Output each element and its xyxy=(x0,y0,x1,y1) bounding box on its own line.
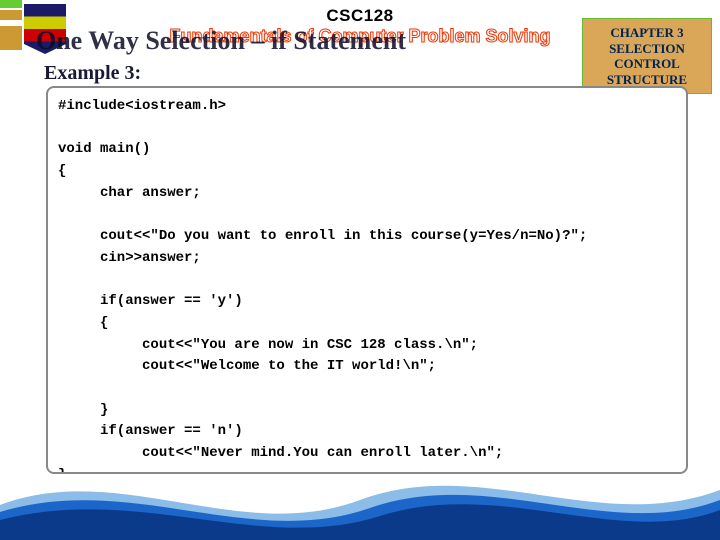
chapter-box: CHAPTER 3 SELECTION CONTROL STRUCTURE xyxy=(582,18,712,94)
code-box: #include<iostream.h> void main() { char … xyxy=(46,86,688,474)
chapter-line-2: SELECTION CONTROL xyxy=(587,41,707,72)
left-decorative-stripe xyxy=(0,0,22,540)
example-label: Example 3: xyxy=(44,62,141,85)
chapter-line-1: CHAPTER 3 xyxy=(587,25,707,41)
slide-title: One Way Selection – if Statement xyxy=(36,26,406,56)
code-content: #include<iostream.h> void main() { char … xyxy=(58,96,676,474)
